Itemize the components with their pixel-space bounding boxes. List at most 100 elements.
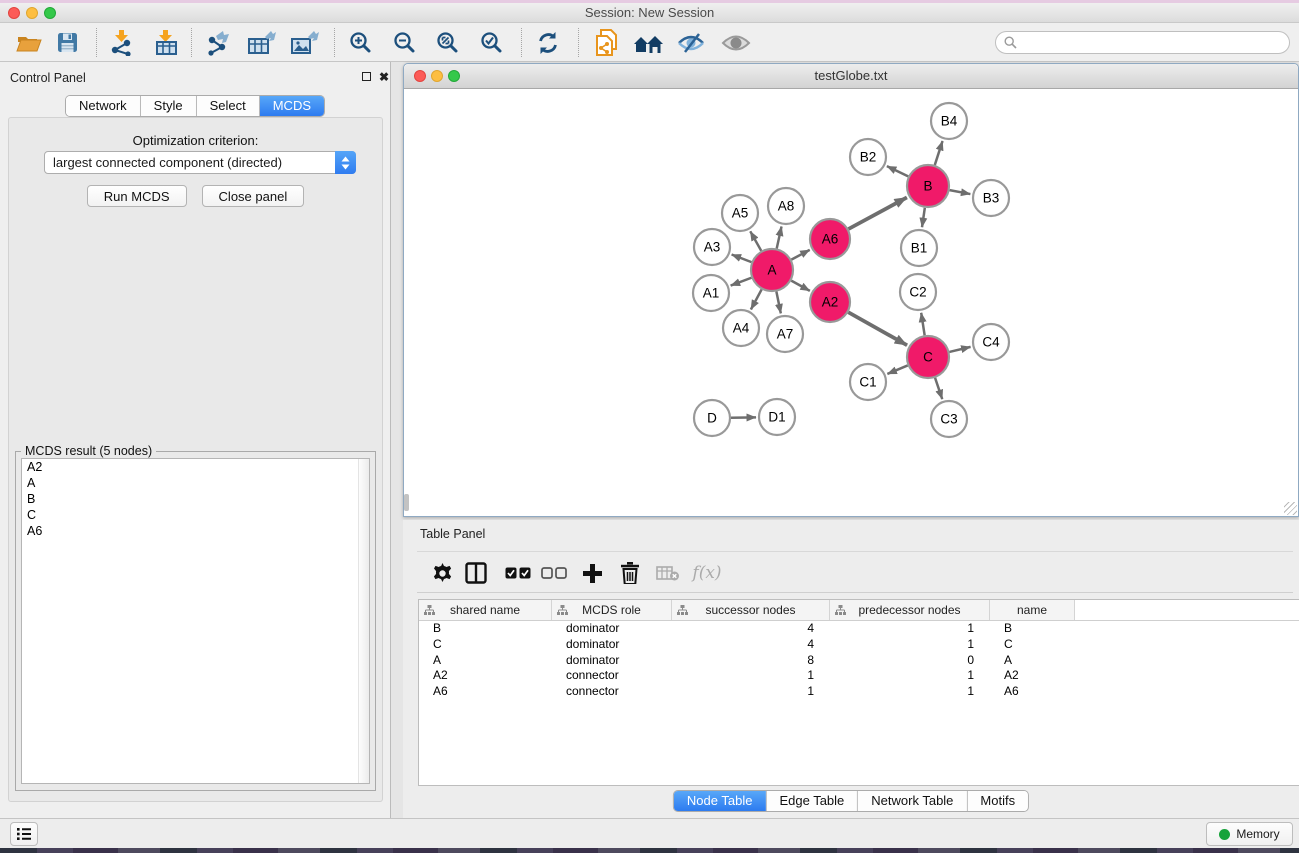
zoom-out-icon[interactable] <box>390 23 420 62</box>
zoom-traffic-light[interactable] <box>44 7 56 19</box>
export-network-icon[interactable] <box>203 23 235 62</box>
network-vertical-scrollbar-thumb[interactable] <box>404 494 409 511</box>
svg-text:B4: B4 <box>941 114 958 129</box>
column-header-successor-nodes[interactable]: successor nodes <box>672 600 830 620</box>
minimize-traffic-light[interactable] <box>26 7 38 19</box>
graph-node-A1[interactable]: A1 <box>693 275 729 311</box>
close-panel-icon[interactable]: ✖ <box>378 71 390 83</box>
memory-button[interactable]: Memory <box>1206 822 1293 846</box>
hide-graphics-details-icon[interactable] <box>675 23 707 62</box>
graph-node-D[interactable]: D <box>694 400 730 436</box>
select-all-icon[interactable] <box>503 552 533 594</box>
graph-node-C[interactable]: C <box>907 336 949 378</box>
close-traffic-light[interactable] <box>8 7 20 19</box>
function-builder-icon[interactable]: f(x) <box>689 552 725 594</box>
window-resize-grip[interactable] <box>1284 502 1297 515</box>
import-table-icon[interactable] <box>150 23 182 62</box>
network-minimize-traffic-light[interactable] <box>431 70 443 82</box>
graph-node-B1[interactable]: B1 <box>901 230 937 266</box>
tab-edge-table[interactable]: Edge Table <box>766 791 858 811</box>
column-header-filler <box>1075 600 1299 620</box>
zoom-in-icon[interactable] <box>346 23 376 62</box>
search-field[interactable] <box>995 31 1290 54</box>
column-header-predecessor-nodes[interactable]: predecessor nodes <box>830 600 990 620</box>
mcds-result-item[interactable]: A2 <box>22 459 369 475</box>
network-graph[interactable]: A A6 A2 B C A1 A3 A4 A5 A7 A8 B1 B2 B3 B4 C1 C2 C3 C4 D D1 <box>404 89 1298 516</box>
column-header-name[interactable]: name <box>990 600 1075 620</box>
graph-node-B3[interactable]: B3 <box>973 180 1009 216</box>
graph-node-C3[interactable]: C3 <box>931 401 967 437</box>
network-canvas[interactable]: A A6 A2 B C A1 A3 A4 A5 A7 A8 B1 B2 B3 B4 C1 C2 C3 C4 D D1 <box>404 89 1298 516</box>
tab-network-table[interactable]: Network Table <box>858 791 967 811</box>
tab-select[interactable]: Select <box>197 96 260 116</box>
table-row[interactable]: A2connector11A2 <box>419 668 1299 684</box>
save-session-icon[interactable] <box>52 23 82 62</box>
import-network-icon[interactable] <box>106 23 138 62</box>
graph-node-A2[interactable]: A2 <box>810 282 850 322</box>
control-panel-tabs: NetworkStyleSelectMCDS <box>65 95 325 117</box>
tab-node-table[interactable]: Node Table <box>674 791 767 811</box>
graph-node-B[interactable]: B <box>907 165 949 207</box>
table-row[interactable]: Adominator80A <box>419 653 1299 669</box>
table-cell: dominator <box>552 653 672 669</box>
zoom-fit-icon[interactable] <box>433 23 463 62</box>
mcds-result-item[interactable]: A <box>22 475 369 491</box>
float-panel-icon[interactable] <box>360 71 372 83</box>
tab-style[interactable]: Style <box>141 96 197 116</box>
mcds-result-item[interactable]: A6 <box>22 523 369 539</box>
settings-gear-icon[interactable] <box>429 552 455 594</box>
graph-node-A4[interactable]: A4 <box>723 310 759 346</box>
column-header-shared-name[interactable]: shared name <box>419 600 552 620</box>
deselect-all-icon[interactable] <box>539 552 569 594</box>
table-row[interactable]: Bdominator41B <box>419 621 1299 637</box>
network-close-traffic-light[interactable] <box>414 70 426 82</box>
svg-text:B2: B2 <box>860 150 877 165</box>
add-column-icon[interactable] <box>577 552 607 594</box>
export-image-icon[interactable] <box>288 23 322 62</box>
close-panel-button[interactable]: Close panel <box>202 185 305 207</box>
graph-node-B2[interactable]: B2 <box>850 139 886 175</box>
graph-node-C4[interactable]: C4 <box>973 324 1009 360</box>
graph-node-D1[interactable]: D1 <box>759 399 795 435</box>
open-session-icon[interactable] <box>14 23 44 62</box>
network-window-titlebar[interactable]: testGlobe.txt <box>404 64 1298 89</box>
share-document-icon[interactable] <box>592 23 624 62</box>
column-visibility-icon[interactable] <box>462 552 490 594</box>
home-icon[interactable] <box>632 23 666 62</box>
run-mcds-button[interactable]: Run MCDS <box>87 185 187 207</box>
tab-mcds[interactable]: MCDS <box>260 96 324 116</box>
delete-column-icon[interactable] <box>616 552 644 594</box>
tab-motifs[interactable]: Motifs <box>967 791 1028 811</box>
refresh-icon[interactable] <box>533 23 563 62</box>
mcds-result-list[interactable]: A2ABCA6 <box>21 458 370 784</box>
tab-network[interactable]: Network <box>66 96 141 116</box>
export-table-icon[interactable] <box>245 23 279 62</box>
graph-node-C2[interactable]: C2 <box>900 274 936 310</box>
table-row[interactable]: A6connector11A6 <box>419 684 1299 700</box>
delete-table-icon[interactable] <box>653 552 683 594</box>
show-graphics-details-icon[interactable] <box>719 23 753 62</box>
memory-status-dot <box>1219 829 1230 840</box>
task-history-button[interactable] <box>10 822 38 846</box>
search-input[interactable] <box>1017 36 1289 50</box>
result-list-scrollbar[interactable] <box>358 459 369 783</box>
graph-node-A8[interactable]: A8 <box>768 188 804 224</box>
graph-node-A3[interactable]: A3 <box>694 229 730 265</box>
network-zoom-traffic-light[interactable] <box>448 70 460 82</box>
graph-node-A7[interactable]: A7 <box>767 316 803 352</box>
table-cell: C <box>419 637 552 653</box>
graph-node-A[interactable]: A <box>751 249 793 291</box>
graph-node-C1[interactable]: C1 <box>850 364 886 400</box>
mcds-result-title: MCDS result (5 nodes) <box>21 444 156 458</box>
dropdown-stepper-icon <box>335 151 356 174</box>
graph-node-B4[interactable]: B4 <box>931 103 967 139</box>
zoom-selected-icon[interactable] <box>477 23 507 62</box>
column-header-MCDS-role[interactable]: MCDS role <box>552 600 672 620</box>
graph-node-A6[interactable]: A6 <box>810 219 850 259</box>
optimization-criterion-dropdown[interactable]: largest connected component (directed) <box>44 151 356 174</box>
graph-node-A5[interactable]: A5 <box>722 195 758 231</box>
mcds-result-item[interactable]: C <box>22 507 369 523</box>
table-cell: dominator <box>552 637 672 653</box>
mcds-result-item[interactable]: B <box>22 491 369 507</box>
table-row[interactable]: Cdominator41C <box>419 637 1299 653</box>
